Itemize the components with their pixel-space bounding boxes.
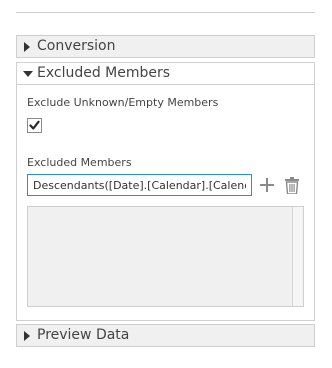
caret-right-icon [23,330,37,341]
members-list-scrollbar[interactable] [292,207,303,306]
section-title-preview-data: Preview Data [37,327,130,343]
delete-member-button[interactable] [284,176,300,194]
excluded-members-list[interactable] [27,206,304,307]
top-divider [16,12,315,13]
section-header-preview-data[interactable]: Preview Data [16,324,315,347]
plus-icon [260,178,274,192]
exclude-unknown-label: Exclude Unknown/Empty Members [27,96,219,109]
member-expression-input[interactable] [27,174,252,196]
section-title-conversion: Conversion [37,38,116,54]
excluded-members-label: Excluded Members [27,156,132,169]
section-header-conversion[interactable]: Conversion [16,35,315,58]
caret-down-icon [23,70,37,78]
add-member-button[interactable] [259,177,275,193]
excluded-members-panel: Exclude Unknown/Empty Members Excluded M… [16,84,315,321]
section-header-excluded-members[interactable]: Excluded Members [16,62,315,85]
checkmark-icon [29,120,40,130]
exclude-unknown-checkbox[interactable] [27,118,42,133]
caret-right-icon [23,41,37,52]
section-title-excluded-members: Excluded Members [37,65,171,81]
trash-icon [285,176,299,194]
